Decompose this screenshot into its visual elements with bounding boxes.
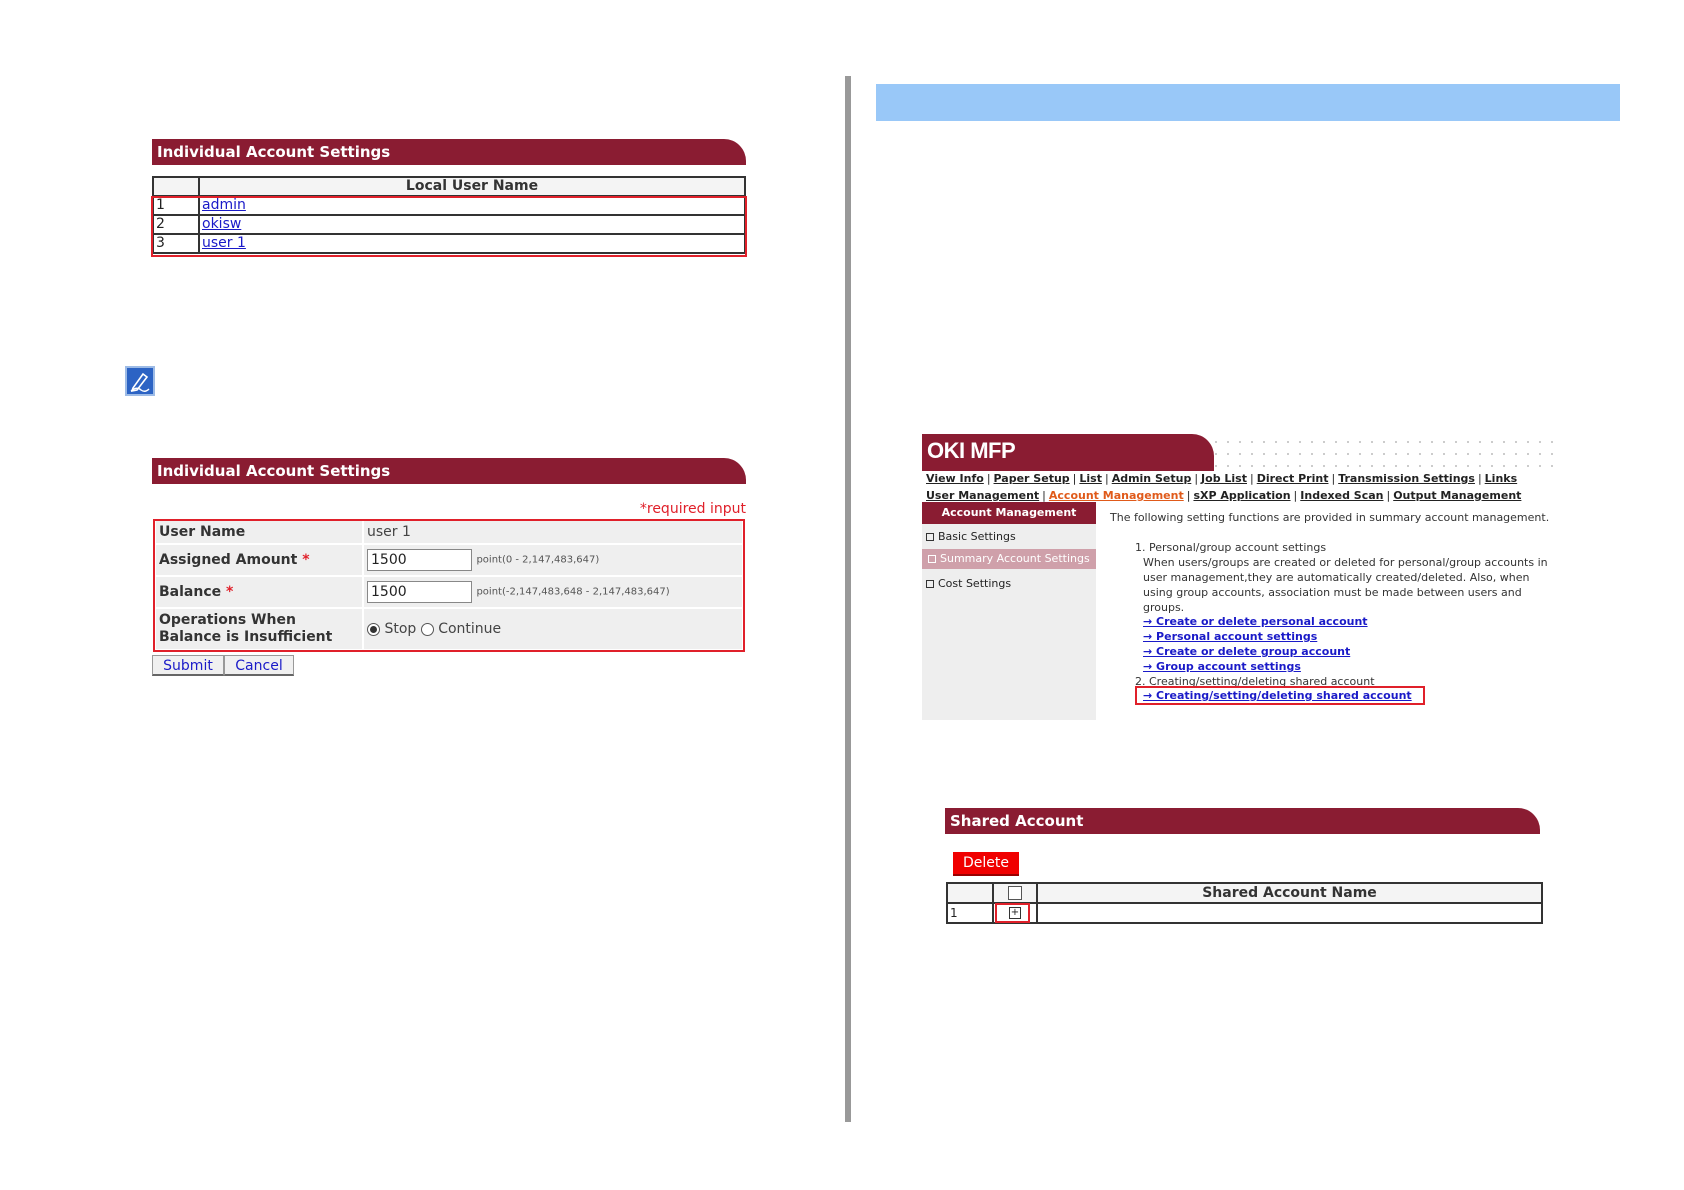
nav-indexed-scan[interactable]: Indexed Scan [1300,489,1383,502]
shared-account-name-header: Shared Account Name [1036,882,1543,904]
link-personal-account-settings[interactable]: → Personal account settings [1143,630,1317,643]
row-number-header [152,176,200,197]
submit-button[interactable]: Submit [152,655,224,676]
square-bullet-icon [926,533,934,541]
individual-account-form-header: Individual Account Settings [152,458,746,484]
shared-account-table: Shared Account Name 1 + [946,882,1543,924]
nav-sxp-application[interactable]: sXP Application [1193,489,1290,502]
row-number: 1 [946,902,994,924]
users-highlight-box [151,196,747,257]
account-sidebar: Account Management Basic Settings Summar… [922,502,1096,720]
row-number-header [946,882,994,904]
nav-output-management[interactable]: Output Management [1393,489,1521,502]
table-row: 1 + [946,902,1543,924]
sidebar-item-basic-settings[interactable]: Basic Settings [926,530,1016,543]
personal-group-section-text: When users/groups are created or deleted… [1143,556,1548,614]
required-input-note: *required input [639,501,746,517]
account-management-intro: The following setting functions are prov… [1110,511,1550,524]
account-links: → Create or delete personal account → Pe… [1143,614,1543,674]
select-all-checkbox[interactable] [1008,886,1022,900]
link-group-account-settings[interactable]: → Group account settings [1143,660,1301,673]
oki-nav-row2: User Management | Account Management | sXP A… [926,489,1522,502]
pen-note-icon [125,366,155,396]
nav-user-management[interactable]: User Management [926,489,1039,502]
square-bullet-icon [928,555,936,563]
sidebar-header: Account Management [922,502,1096,524]
square-bullet-icon [926,580,934,588]
form-highlight-box [153,519,745,652]
shared-account-header: Shared Account [945,808,1540,834]
link-create-delete-personal[interactable]: → Create or delete personal account [1143,615,1368,628]
local-user-name-header: Local User Name [198,176,746,197]
individual-account-header: Individual Account Settings [152,139,746,165]
sidebar-item-summary-account-settings[interactable]: Summary Account Settings [922,549,1096,569]
page-divider [845,76,851,1122]
link-create-delete-group[interactable]: → Create or delete group account [1143,645,1350,658]
sidebar-item-label: Basic Settings [938,530,1016,543]
personal-group-section-title: 1. Personal/group account settings [1135,541,1327,554]
sidebar-item-cost-settings[interactable]: Cost Settings [926,577,1011,590]
select-all-cell [992,882,1038,904]
cancel-button[interactable]: Cancel [224,655,294,676]
plus-highlight-box [995,903,1030,923]
sidebar-item-label: Cost Settings [938,577,1012,590]
sidebar-item-label: Summary Account Settings [940,552,1090,565]
oki-brand-title: OKI MFP [927,438,1016,463]
shared-account-name-cell [1036,902,1543,924]
nav-account-management[interactable]: Account Management [1049,489,1184,502]
oki-brand-bar: OKI MFP [922,434,1214,471]
blue-banner [876,84,1620,121]
oki-dot-pattern [1210,436,1560,470]
delete-button[interactable]: Delete [953,852,1019,876]
shared-link-highlight-box [1135,686,1425,705]
